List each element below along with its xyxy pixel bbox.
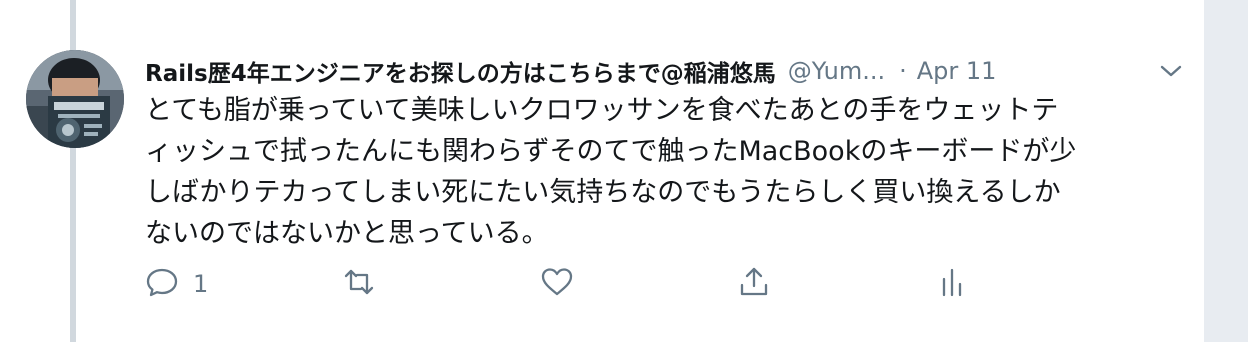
right-gutter	[1204, 0, 1248, 342]
user-handle[interactable]: @Yum...	[788, 57, 885, 85]
heart-icon	[540, 265, 574, 303]
avatar-image	[26, 50, 124, 148]
tweet-text: とても脂が乗っていて美味しいクロワッサンを食べたあとの手をウェットテ ィッシュで…	[145, 90, 1185, 254]
tweet-header: Rails歴4年エンジニアをお探しの方はこちらまで@稲浦悠馬 @Yum... ·…	[145, 54, 996, 88]
analytics-button[interactable]	[935, 264, 969, 304]
display-name[interactable]: Rails歴4年エンジニアをお探しの方はこちらまで@稲浦悠馬	[145, 54, 776, 88]
tweet-text-line: ないのではないかと思っている。	[145, 218, 549, 249]
tweet-date[interactable]: Apr 11	[917, 57, 997, 85]
retweet-button[interactable]	[342, 264, 390, 304]
reply-icon	[145, 265, 179, 303]
share-icon	[737, 265, 771, 303]
analytics-icon	[935, 265, 969, 303]
separator-dot: ·	[899, 57, 907, 85]
retweet-icon	[342, 265, 376, 303]
tweet[interactable]: Rails歴4年エンジニアをお探しの方はこちらまで@稲浦悠馬 @Yum... ·…	[0, 0, 1204, 342]
reply-count: 1	[193, 270, 209, 298]
tweet-text-line: とても脂が乗っていて美味しいクロワッサンを食べたあとの手をウェットテ	[145, 95, 1059, 126]
chevron-down-icon[interactable]	[1158, 58, 1184, 84]
like-button[interactable]	[540, 264, 588, 304]
share-button[interactable]	[737, 264, 771, 304]
reply-button[interactable]: 1	[145, 264, 208, 304]
tweet-text-line: しばかりテカってしまい死にたい気持ちなのでもうたらしく買い換えるしか	[145, 177, 1061, 208]
avatar[interactable]	[26, 50, 124, 148]
tweet-text-line: ィッシュで拭ったんにも関わらずそのてで触ったMacBookのキーボードが少	[145, 136, 1077, 167]
